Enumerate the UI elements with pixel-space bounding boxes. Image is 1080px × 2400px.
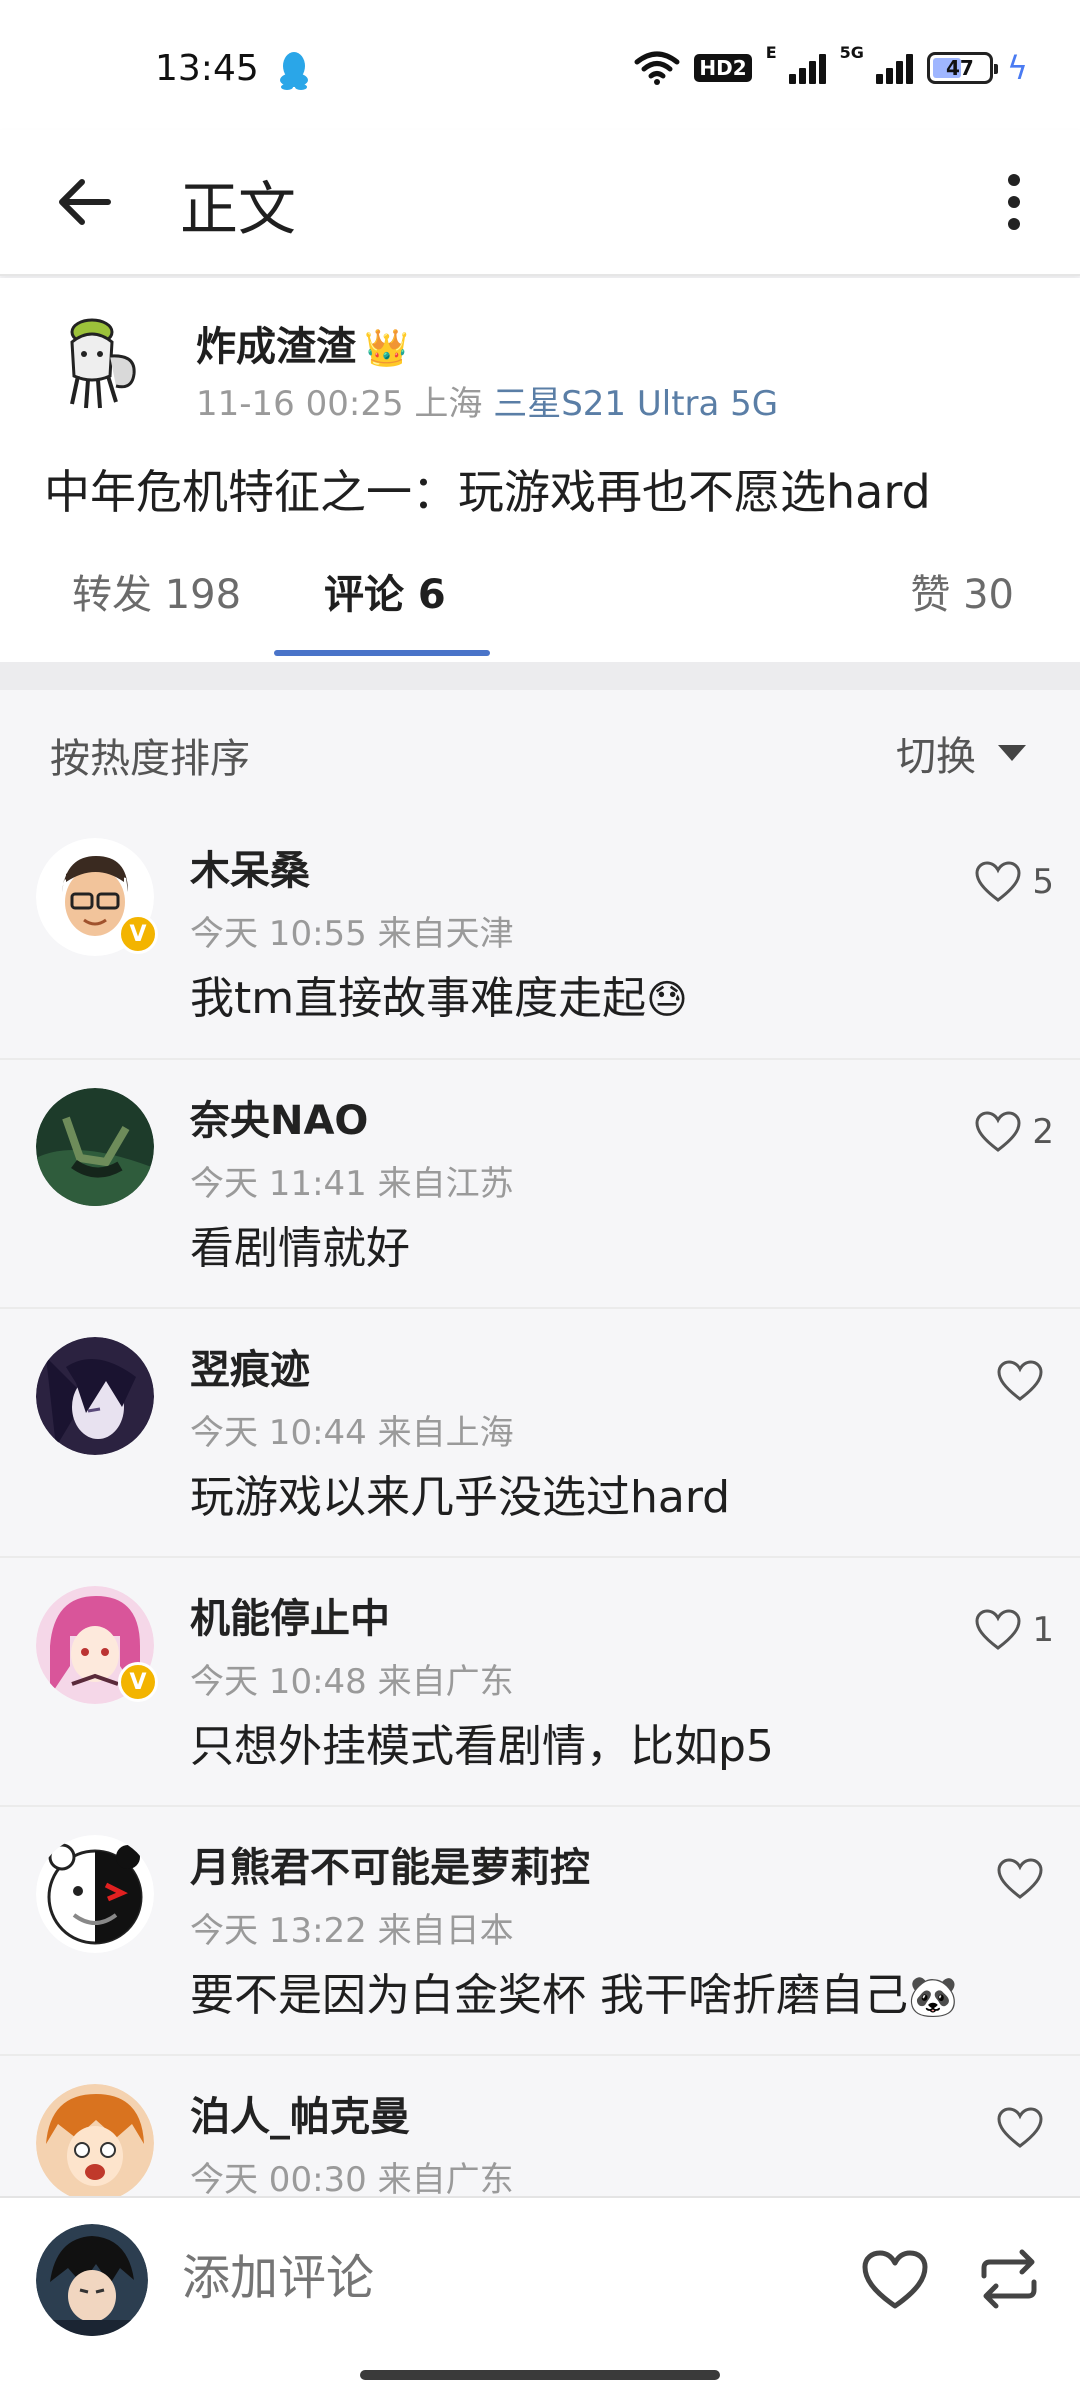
comment-text: 要不是因为白金奖杯 我干啥折磨自己🐼 xyxy=(190,1959,958,2023)
commenter-name[interactable]: 木呆桑 xyxy=(190,838,310,896)
commenter-avatar[interactable] xyxy=(36,1337,154,1455)
comment-input[interactable] xyxy=(182,2238,802,2318)
comment-meta: 今天 00:30 来自广东 xyxy=(190,2160,514,2200)
author-name[interactable]: 炸成渣渣 👑 xyxy=(196,314,409,372)
comment-like-button[interactable]: 2 xyxy=(974,1110,1054,1154)
author-name-text[interactable]: 炸成渣渣 xyxy=(196,324,356,370)
network-label-1: E xyxy=(765,42,777,62)
comment-list: V 木呆桑 今天 10:55 来自天津 我tm直接故事难度走起😓 5 奈央NAO… xyxy=(0,810,1080,2305)
header-bar: 正文 xyxy=(0,130,1080,276)
qq-icon xyxy=(280,52,308,90)
like-count: 5 xyxy=(1032,862,1054,902)
tab-reposts[interactable]: 转发 198 xyxy=(72,540,241,660)
charging-icon: ϟ xyxy=(1006,49,1028,87)
comment-like-button[interactable] xyxy=(996,1359,1054,1403)
comment-text-content: 我tm直接故事难度走起 xyxy=(190,973,647,1024)
post-text: 中年危机特征之一：玩游戏再也不愿选hard xyxy=(44,465,931,519)
post-meta: 11-16 00:25 上海 三星S21 Ultra 5G xyxy=(196,376,778,425)
post-tabs: 转发 198 评论 6 赞 30 xyxy=(0,540,1080,660)
sweat-emoji-icon: 😓 xyxy=(646,977,688,1023)
comment-meta: 今天 10:44 来自上海 xyxy=(190,1413,514,1453)
like-count: 1 xyxy=(1032,1610,1054,1650)
home-indicator[interactable] xyxy=(360,2370,720,2380)
comment-meta: 今天 13:22 来自日本 xyxy=(190,1911,514,1951)
commenter-name[interactable]: 奈央NAO xyxy=(190,1088,368,1146)
heart-icon xyxy=(997,1360,1043,1401)
commenter-avatar[interactable]: V xyxy=(36,838,158,956)
comment-text-content: 要不是因为白金奖杯 我干啥折磨自己 xyxy=(190,1970,908,2021)
commenter-name[interactable]: 泊人_帕克曼 xyxy=(190,2084,410,2142)
verified-badge-icon: V xyxy=(118,914,158,954)
post-device-link[interactable]: 三星S21 Ultra 5G xyxy=(493,384,778,424)
comment-item: 翌痕迹 今天 10:44 来自上海 玩游戏以来几乎没选过hard xyxy=(0,1309,1080,1558)
back-arrow-icon[interactable] xyxy=(52,170,116,234)
comment-like-button[interactable] xyxy=(996,1857,1054,1901)
post-location: 上海 xyxy=(414,384,483,424)
comment-like-button[interactable]: 1 xyxy=(974,1608,1054,1652)
more-options-icon[interactable] xyxy=(988,164,1040,240)
page-title: 正文 xyxy=(180,175,297,243)
sort-row: 按热度排序 切换 xyxy=(0,690,1080,810)
commenter-avatar[interactable] xyxy=(36,2084,154,2202)
commenter-name[interactable]: 机能停止中 xyxy=(190,1586,390,1644)
verified-badge-icon: V xyxy=(118,1662,158,1702)
tab-comments[interactable]: 评论 6 xyxy=(324,540,446,660)
comment-text: 只想外挂模式看剧情，比如p5 xyxy=(190,1721,774,1772)
heart-icon[interactable] xyxy=(860,2248,930,2312)
comment-meta: 今天 10:48 来自广东 xyxy=(190,1662,514,1702)
heart-icon xyxy=(997,2107,1043,2148)
commenter-avatar[interactable]: V xyxy=(36,1586,158,1704)
commenter-name[interactable]: 月熊君不可能是萝莉控 xyxy=(190,1835,590,1893)
active-tab-indicator xyxy=(274,650,490,656)
post-timestamp: 11-16 00:25 xyxy=(196,384,404,424)
author-avatar[interactable] xyxy=(50,308,160,418)
battery-level: 47 xyxy=(945,56,974,80)
battery-icon: 47 xyxy=(926,52,998,84)
like-count: 2 xyxy=(1032,1112,1054,1152)
section-divider xyxy=(0,662,1080,690)
repost-icon[interactable] xyxy=(976,2246,1042,2312)
sort-switch-button[interactable]: 切换 xyxy=(896,724,1026,782)
comment-meta: 今天 10:55 来自天津 xyxy=(190,914,514,954)
my-avatar[interactable] xyxy=(36,2224,148,2336)
status-time: 13:45 xyxy=(155,48,259,89)
hd-badge: HD2 xyxy=(694,54,752,82)
comment-item: 月熊君不可能是萝莉控 今天 13:22 来自日本 要不是因为白金奖杯 我干啥折磨… xyxy=(0,1807,1080,2056)
dropdown-triangle-icon xyxy=(998,745,1026,761)
comment-text: 我tm直接故事难度走起😓 xyxy=(190,962,688,1026)
comment-like-button[interactable] xyxy=(996,2106,1054,2150)
comment-text: 看剧情就好 xyxy=(190,1223,410,1274)
heart-icon xyxy=(997,1858,1043,1899)
commenter-avatar[interactable] xyxy=(36,1088,154,1206)
heart-icon xyxy=(975,1111,1021,1152)
network-label-2: 5G xyxy=(839,42,864,62)
status-icons: HD2 E 5G 47 ϟ xyxy=(634,42,1028,90)
panda-emoji-icon: 🐼 xyxy=(908,1974,958,2020)
bottom-comment-bar xyxy=(0,2196,1080,2400)
signal-icon-1 xyxy=(788,52,826,84)
signal-icon-2 xyxy=(875,52,913,84)
commenter-name[interactable]: 翌痕迹 xyxy=(190,1337,310,1395)
sort-switch-label: 切换 xyxy=(896,734,976,780)
heart-icon xyxy=(975,1609,1021,1650)
commenter-avatar[interactable] xyxy=(36,1835,154,1953)
comment-item: 奈央NAO 今天 11:41 来自江苏 看剧情就好 2 xyxy=(0,1060,1080,1309)
comment-meta: 今天 11:41 来自江苏 xyxy=(190,1164,514,1204)
comment-item: V 机能停止中 今天 10:48 来自广东 只想外挂模式看剧情，比如p5 1 xyxy=(0,1558,1080,1807)
comment-text: 玩游戏以来几乎没选过hard xyxy=(190,1472,731,1523)
comment-like-button[interactable]: 5 xyxy=(974,860,1054,904)
wifi-icon xyxy=(634,51,680,85)
post-card: 炸成渣渣 👑 11-16 00:25 上海 三星S21 Ultra 5G 中年危机… xyxy=(0,278,1080,662)
sort-label: 按热度排序 xyxy=(50,736,250,782)
status-bar: 13:45 HD2 E 5G 47 ϟ xyxy=(0,0,1080,130)
crown-badge-icon: 👑 xyxy=(364,328,409,369)
heart-icon xyxy=(975,861,1021,902)
tab-likes[interactable]: 赞 30 xyxy=(910,540,1014,660)
comment-item: V 木呆桑 今天 10:55 来自天津 我tm直接故事难度走起😓 5 xyxy=(0,810,1080,1060)
